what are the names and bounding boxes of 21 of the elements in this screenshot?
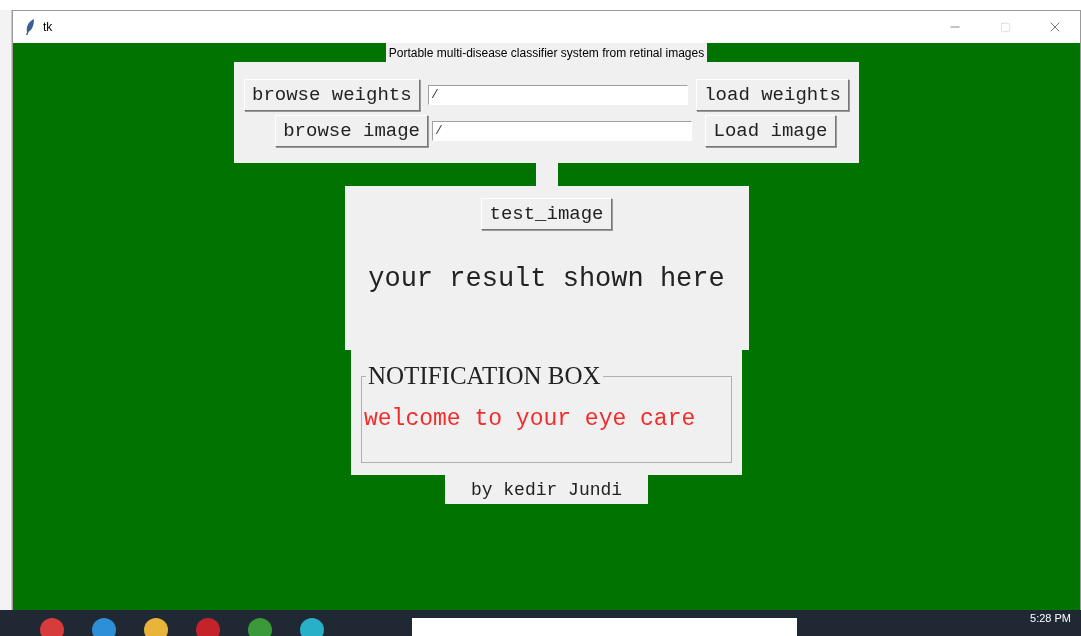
folder-icon[interactable] [144,618,168,636]
app-icon[interactable] [40,618,64,636]
test-button[interactable]: test_image [481,198,612,230]
result-text: your result shown here [368,264,725,294]
notification-title: NOTIFICATION BOX [367,364,602,388]
app-icon[interactable] [300,618,324,636]
load-button[interactable]: load weights [696,78,849,111]
clock: 5:28 PM [1030,612,1071,624]
app-icon[interactable] [248,618,272,636]
app-icon[interactable] [92,618,116,636]
path-field[interactable]: / [428,84,688,105]
notification-message: welcome to your eye care [364,406,697,432]
browse-button[interactable]: browse weights [244,78,420,111]
author-credit: by kedir Jundi [445,475,648,504]
load-button[interactable]: Load image [705,114,836,147]
feather-icon [25,19,35,35]
app-icon[interactable] [196,618,220,636]
app-title: Portable multi-disease classifier system from retinal images [385,43,708,62]
path-field[interactable]: / [432,120,692,141]
browse-button[interactable]: browse image [275,114,428,147]
window-title: tk [43,20,53,34]
